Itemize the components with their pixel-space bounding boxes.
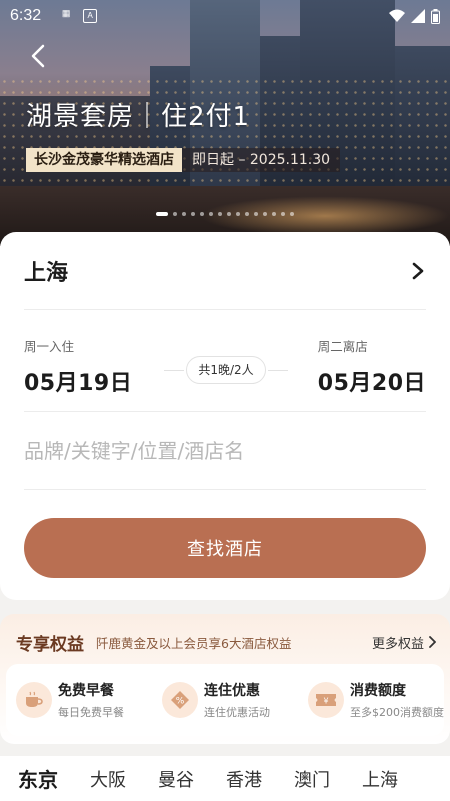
pager-dot[interactable] [209,212,213,216]
keyword-search-input[interactable] [24,438,426,463]
coffee-icon [16,682,52,718]
date-selector[interactable]: 周一入住 05月19日 共1晚/2人 周二离店 05月20日 [24,326,426,412]
back-button[interactable] [24,40,52,72]
voucher-icon: ¥ [308,682,344,718]
pager-dot[interactable] [200,212,204,216]
benefit-sub: 每日免费早餐 [58,706,124,719]
banner-pager [0,212,450,216]
pager-dot[interactable] [182,212,186,216]
chevron-left-icon [31,44,45,68]
pager-dot[interactable] [191,212,195,216]
benefit-name: 消费额度 [350,683,406,699]
more-benefits-label: 更多权益 [371,636,424,652]
water-reflection [200,196,450,236]
chevron-right-icon [429,636,436,648]
city-tab-tokyo[interactable]: 东京 [18,764,58,793]
discount-icon: % [162,682,198,718]
city-tab-macau[interactable]: 澳门 [294,766,330,792]
pager-dot[interactable] [218,212,222,216]
find-hotel-button[interactable]: 查找酒店 [24,518,426,578]
city-tab-bangkok[interactable]: 曼谷 [158,766,194,792]
hero-promo-tag: 长沙金茂豪华精选酒店 即日起 – 2025.11.30 [26,148,341,172]
hero-title: 湖景套房｜住2付1 [26,102,251,132]
pager-dot[interactable] [245,212,249,216]
divider-line [268,370,288,371]
city-tab-shanghai[interactable]: 上海 [362,766,398,792]
status-time: 6:32 [10,7,42,24]
status-notification-icons: ▦ A [55,8,98,23]
benefit-spending-credit[interactable]: ¥ 消费额度 至多$200消费额度 [298,680,444,720]
pager-dot[interactable] [263,212,267,216]
benefits-list: 免费早餐 每日免费早餐 % 连住优惠 连住优惠活动 ¥ 消费额度 至多$200消… [6,664,444,736]
divider-line [164,370,184,371]
pager-dot[interactable] [272,212,276,216]
member-benefits-card: 专享权益 阡鹿黄金及以上会员享6大酒店权益 更多权益 免费早餐 每日免费早餐 %… [0,614,450,744]
wifi-icon [389,9,405,22]
checkin-label: 周一入住 [24,339,75,354]
benefit-sub: 连住优惠活动 [204,706,270,719]
battery-icon [431,8,440,24]
city-tab-hongkong[interactable]: 香港 [226,766,262,792]
pager-dot[interactable] [173,212,177,216]
benefit-sub: 至多$200消费额度 [350,706,444,719]
svg-text:%: % [176,697,185,707]
app-icon-1: ▦ [61,8,71,18]
benefits-header: 专享权益 阡鹿黄金及以上会员享6大酒店权益 更多权益 [16,628,436,656]
promo-date-tag: 即日起 – 2025.11.30 [182,148,341,172]
city-tabs: 东京 大阪 曼谷 香港 澳门 上海 [0,756,450,801]
checkout-block[interactable]: 周二离店 05月20日 [318,336,426,397]
hotel-search-card: 上海 周一入住 05月19日 共1晚/2人 周二离店 05月20日 查找酒店 [0,232,450,600]
benefit-name: 连住优惠 [204,683,260,699]
benefit-free-breakfast[interactable]: 免费早餐 每日免费早餐 [6,680,152,720]
status-bar: 6:32 ▦ A [0,0,450,32]
checkin-block[interactable]: 周一入住 05月19日 [24,336,132,397]
signal-icon [411,9,425,23]
nights-guests-badge[interactable]: 共1晚/2人 [186,356,266,384]
hero-banner[interactable]: 6:32 ▦ A 湖景套房｜住2付1 长沙金茂豪华精选酒店 即日起 – 2025… [0,0,450,246]
city-selector[interactable]: 上海 [24,232,426,310]
app-icon-2: A [83,9,98,23]
benefits-title: 专享权益 [16,634,84,655]
chevron-right-icon [412,262,424,279]
pager-dot[interactable] [227,212,231,216]
pager-dot[interactable] [156,212,168,216]
pager-dot[interactable] [290,212,294,216]
status-system-icons [389,8,440,24]
keyword-row [24,412,426,490]
pager-dot[interactable] [281,212,285,216]
city-name: 上海 [24,260,69,286]
svg-text:¥: ¥ [323,697,328,706]
hotel-name-tag: 长沙金茂豪华精选酒店 [26,148,182,172]
checkout-label: 周二离店 [317,339,368,354]
checkout-date: 05月20日 [317,371,426,396]
city-tab-osaka[interactable]: 大阪 [90,766,126,792]
benefit-name: 免费早餐 [58,683,114,699]
benefits-description: 阡鹿黄金及以上会员享6大酒店权益 [96,635,292,651]
pager-dot[interactable] [254,212,258,216]
benefit-stay-discount[interactable]: % 连住优惠 连住优惠活动 [152,680,298,720]
pager-dot[interactable] [236,212,240,216]
more-benefits-link[interactable]: 更多权益 [372,633,436,652]
checkin-date: 05月19日 [24,371,133,396]
